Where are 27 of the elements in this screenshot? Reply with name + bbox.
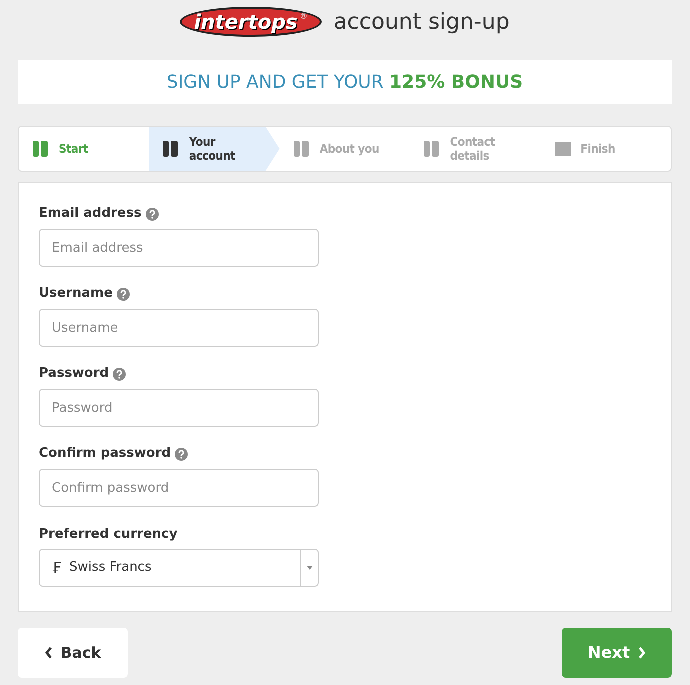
field-label: Confirm password <box>39 445 172 464</box>
next-button[interactable]: Next <box>562 628 672 678</box>
brand-logo: intertops® <box>180 7 322 37</box>
text-field[interactable]: Confirm password <box>39 469 319 507</box>
chevron-right-icon <box>638 647 646 659</box>
field-label: Username <box>39 285 113 304</box>
field-label: Email address <box>39 205 142 224</box>
text-field[interactable]: Username <box>39 309 319 347</box>
back-button[interactable]: Back <box>18 628 128 678</box>
chevron-left-icon <box>44 647 53 659</box>
step-tab[interactable]: Contact details <box>410 127 541 171</box>
text-field[interactable]: Email address <box>39 229 319 267</box>
page-title: account sign-up <box>334 8 510 36</box>
currency-symbol: ₣ <box>52 558 62 579</box>
step-icon <box>292 139 312 159</box>
step-tab[interactable]: Start <box>19 127 150 171</box>
promo-banner: SIGN UP AND GET YOUR 125% BONUS <box>18 60 672 104</box>
step-tab[interactable]: About you <box>280 127 410 171</box>
step-icon <box>552 139 573 159</box>
step-icon <box>31 139 51 159</box>
step-tab[interactable]: Finish <box>540 127 672 171</box>
field-label: Preferred currency <box>39 526 179 543</box>
field-label: Password <box>39 365 110 384</box>
text-field[interactable]: Password <box>39 389 319 427</box>
step-tab[interactable]: Your account <box>149 127 280 171</box>
caret-icon <box>306 566 312 570</box>
currency-select[interactable]: ₣ Swiss Francs <box>39 549 319 587</box>
